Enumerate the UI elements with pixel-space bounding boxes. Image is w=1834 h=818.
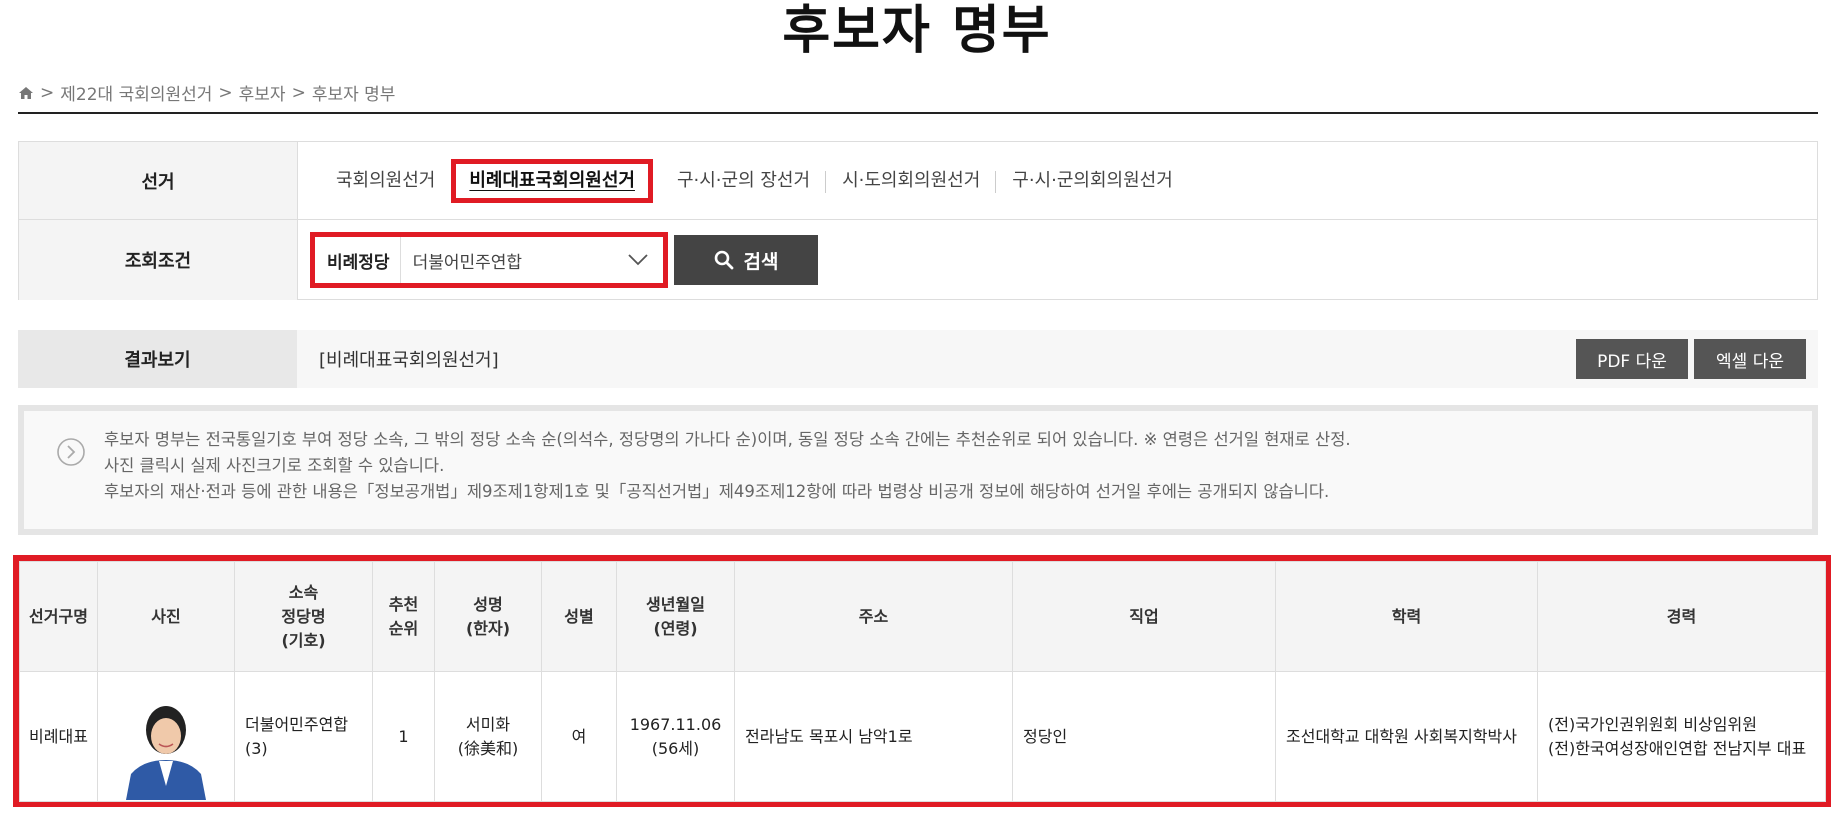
col-rank: 추천 순위: [372, 561, 435, 672]
election-label: 선거: [19, 142, 298, 219]
tab-local-council[interactable]: 구·시·군의회의원선거: [996, 169, 1188, 193]
notice-line: 후보자의 재산·전과 등에 관한 내용은「정보공개법」제9조제1항제1호 및「공…: [104, 482, 1330, 501]
cell-party: 더불어민주연합 (3): [234, 671, 373, 802]
page-title: 후보자 명부: [782, 1, 1052, 61]
result-label: 결과보기: [18, 330, 297, 388]
col-birth: 생년월일 (연령): [616, 561, 735, 672]
cell-election: 비례대표: [19, 671, 98, 802]
notice-line: 사진 클릭시 실제 사진크기로 조회할 수 있습니다.: [104, 456, 445, 475]
filter-panel: 선거 국회의원선거 비례대표국회의원선거 구·시·군의 장선거 시·도의회의원선…: [18, 141, 1818, 300]
cell-address: 전라남도 목포시 남악1로: [734, 671, 1013, 802]
breadcrumb-divider: [18, 112, 1818, 114]
cell-birth: 1967.11.06 (56세): [616, 671, 735, 802]
cell-gender: 여: [541, 671, 617, 802]
party-select[interactable]: 비례정당 더불어민주연합: [310, 232, 668, 288]
cell-name: 서미화 (徐美和): [434, 671, 542, 802]
result-bar: 결과보기 [비례대표국회의원선거] PDF 다운 엑셀 다운: [18, 330, 1818, 388]
cell-photo: [97, 671, 235, 802]
col-address: 주소: [734, 561, 1013, 672]
breadcrumb-item-list: 후보자 명부: [311, 85, 396, 105]
condition-label: 조회조건: [19, 220, 298, 300]
search-icon: [714, 250, 733, 270]
col-name: 성명 (한자): [434, 561, 542, 672]
notice-box: 후보자 명부는 전국통일기호 부여 정당 소속, 그 밖의 정당 소속 순(의석…: [18, 405, 1818, 535]
breadcrumb-sep: >: [291, 82, 306, 103]
breadcrumb-sep: >: [40, 82, 55, 103]
breadcrumb: > 제22대 국회의원선거 > 후보자 > 후보자 명부: [18, 80, 395, 105]
candidate-table-frame: 선거구명 사진 소속 정당명 (기호) 추천 순위 성명 (한자) 성별 생년월일 (연령…: [13, 555, 1831, 807]
breadcrumb-item-election[interactable]: 제22대 국회의원선거: [60, 80, 212, 105]
cell-career: (전)국가인권위원회 비상임위원 (전)한국여성장애인연합 전남지부 대표: [1537, 671, 1826, 802]
election-tabs: 국회의원선거 비례대표국회의원선거 구·시·군의 장선거 시·도의회의원선거 구…: [298, 142, 1189, 219]
breadcrumb-sep: >: [218, 82, 233, 103]
col-job: 직업: [1012, 561, 1276, 672]
col-career: 경력: [1537, 561, 1826, 672]
candidate-table: 선거구명 사진 소속 정당명 (기호) 추천 순위 성명 (한자) 성별 생년월일 (연령…: [19, 561, 1826, 802]
cell-job: 정당인: [1012, 671, 1276, 802]
table-header-row: 선거구명 사진 소속 정당명 (기호) 추천 순위 성명 (한자) 성별 생년월일 (연령…: [19, 561, 1826, 672]
col-photo: 사진: [97, 561, 235, 672]
home-icon[interactable]: [18, 85, 34, 101]
search-button[interactable]: 검색: [674, 235, 818, 285]
election-row: 선거 국회의원선거 비례대표국회의원선거 구·시·군의 장선거 시·도의회의원선…: [19, 142, 1817, 220]
result-value: [비례대표국회의원선거]: [319, 350, 499, 371]
col-gender: 성별: [541, 561, 617, 672]
party-select-label: 비례정당: [315, 237, 401, 283]
condition-row: 조회조건 비례정당 더불어민주연합 검색: [19, 220, 1817, 300]
candidate-photo[interactable]: [121, 687, 211, 800]
col-education: 학력: [1275, 561, 1538, 672]
excel-download-button[interactable]: 엑셀 다운: [1694, 339, 1806, 379]
tab-proportional[interactable]: 비례대표국회의원선거: [451, 158, 653, 203]
cell-rank: 1: [372, 671, 435, 802]
table-row: 비례대표 더불어민주연합 (3) 1 서미화 (徐美和) 여 1967.11.0…: [19, 671, 1826, 802]
col-election: 선거구명: [19, 561, 98, 672]
party-select-value[interactable]: 더불어민주연합: [401, 248, 627, 273]
breadcrumb-item-candidate[interactable]: 후보자: [239, 80, 286, 105]
notice-line: 후보자 명부는 전국통일기호 부여 정당 소속, 그 밖의 정당 소속 순(의석…: [104, 430, 1351, 449]
chevron-down-icon[interactable]: [627, 253, 649, 267]
search-button-label: 검색: [743, 250, 779, 273]
chevron-right-circle-icon: [57, 438, 85, 466]
pdf-download-button[interactable]: PDF 다운: [1576, 339, 1688, 379]
cell-education: 조선대학교 대학원 사회복지학박사: [1275, 671, 1538, 802]
tab-provincial-council[interactable]: 시·도의회의원선거: [826, 169, 997, 193]
tab-national-assembly[interactable]: 국회의원선거: [320, 169, 451, 193]
tab-local-head[interactable]: 구·시·군의 장선거: [661, 169, 827, 193]
col-party: 소속 정당명 (기호): [234, 561, 373, 672]
